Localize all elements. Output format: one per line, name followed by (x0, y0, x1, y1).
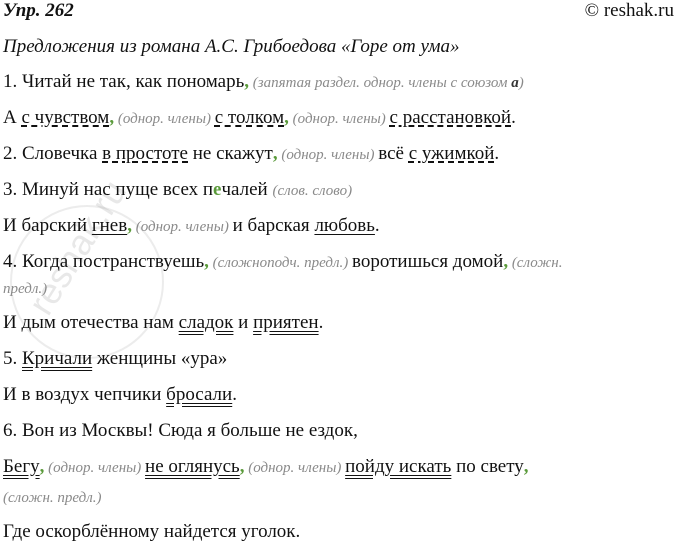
site-copyright: © reshak.ru (584, 0, 674, 21)
line-9: 5. Кричали женщины «ура» (3, 348, 228, 369)
line-14: Где оскорблённому найдется уголок. (3, 521, 301, 542)
line-2: А с чувством, (однор. члены) с толком, (… (3, 107, 516, 128)
line-13: (сложн. предл.) (3, 490, 102, 506)
page-title: Предложения из романа А.С. Грибоедова «Г… (3, 36, 460, 57)
line-8: И дым отечества нам сладок и приятен. (3, 312, 324, 333)
line-10: И в воздух чепчики бросали. (3, 384, 237, 405)
line-5: И барский гнев, (однор. члены) и барская… (3, 215, 380, 236)
line-3: 2. Словечка в простоте не скажут, (однор… (3, 143, 500, 164)
exercise-number: Упр. 262 (3, 0, 74, 21)
line-1: 1. Читай не так, как пономарь, (запятая … (3, 71, 524, 92)
line-6: 4. Когда постранствуешь, (сложноподч. пр… (3, 251, 563, 272)
line-12: Бегу, (однор. члены) не оглянусь, (однор… (3, 456, 529, 477)
line-4: 3. Минуй нас пуще всех печалей (слов. сл… (3, 179, 353, 200)
line-11: 6. Вон из Москвы! Сюда я больше не ездок… (3, 420, 358, 441)
line-7: предл.) (3, 281, 48, 297)
